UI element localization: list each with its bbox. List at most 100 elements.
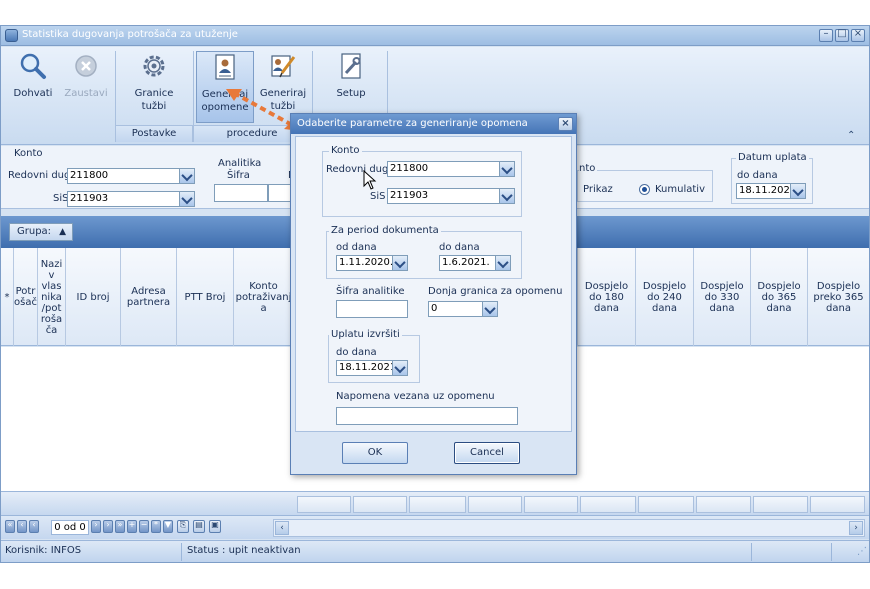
setup-label: Setup <box>336 88 366 99</box>
filter-button[interactable]: ▼ <box>163 520 173 533</box>
sis-combo[interactable]: 211903 <box>67 191 195 207</box>
prev-icon: ‹ <box>32 520 36 529</box>
print-icon: ▤ <box>195 520 203 529</box>
uplatu-do-dana-label: do dana <box>336 347 377 358</box>
granice-tuzbi-label: Granice tužbi <box>134 88 174 112</box>
status-user: Korisnik: INFOS <box>5 545 82 556</box>
ribbon-group-postavke: Postavke <box>115 125 193 142</box>
next-record-button[interactable]: › <box>91 520 101 533</box>
status-text: Status : upit neaktivan <box>187 545 301 556</box>
collapse-ribbon-icon[interactable]: ⌃ <box>847 130 855 141</box>
next-page-icon: › <box>106 520 110 529</box>
chevron-down-icon[interactable] <box>179 192 194 206</box>
column-header[interactable]: Dospjelo do 330 dana <box>694 248 751 346</box>
filter-icon: ▼ <box>164 520 172 529</box>
chevron-down-icon[interactable] <box>790 184 805 198</box>
column-header[interactable]: Dospjelo do 365 dana <box>751 248 808 346</box>
export-button[interactable]: ⎘ <box>177 520 189 533</box>
column-header[interactable]: * <box>1 248 14 346</box>
export-icon: ⎘ <box>179 520 187 529</box>
granice-tuzbi-button[interactable]: Granice tužbi <box>123 51 185 113</box>
edit-record-button[interactable]: * <box>151 520 161 533</box>
minus-icon: − <box>140 520 148 529</box>
print-button[interactable]: ▤ <box>193 520 205 533</box>
napomena-input[interactable] <box>336 407 518 425</box>
dialog-close-button[interactable]: × <box>558 117 573 131</box>
scroll-left-icon[interactable]: ‹ <box>275 521 289 535</box>
status-divider <box>751 543 752 561</box>
footer-cell <box>353 496 407 513</box>
grupa-button[interactable]: Grupa: ▲ <box>9 223 73 241</box>
footer-cell <box>524 496 578 513</box>
column-header[interactable]: Dospjelo preko 365 dana <box>808 248 869 346</box>
redovni-dug-value: 211800 <box>70 170 109 181</box>
first-record-button[interactable]: « <box>5 520 15 533</box>
donja-granica-value: 0 <box>431 303 438 314</box>
prev-page-button[interactable]: ‹ <box>17 520 27 533</box>
triangle-up-icon: ▲ <box>59 227 66 237</box>
horizontal-scrollbar[interactable]: ‹ › <box>273 519 865 537</box>
od-dana-label: od dana <box>336 242 377 253</box>
title-bar: Statistika dugovanja potrošača za utužen… <box>1 26 869 46</box>
column-header[interactable]: Nazi v vlas nika /pot roša ča <box>38 248 66 346</box>
kumulativ-radio[interactable] <box>639 184 650 195</box>
zaustavi-button[interactable]: Zaustavi <box>61 51 111 100</box>
close-icon: × <box>561 118 570 129</box>
column-header[interactable]: Konto potraživanj a <box>234 248 294 346</box>
do-dana-picker[interactable]: 1.6.2021. <box>439 255 511 271</box>
konto-right-label: nto <box>579 163 598 174</box>
chevron-down-icon[interactable] <box>499 189 514 203</box>
add-record-button[interactable]: + <box>127 520 137 533</box>
sifra-analitike-input[interactable] <box>336 300 408 318</box>
donja-granica-label: Donja granica za opomenu <box>428 286 563 297</box>
column-header[interactable]: Adresa partnera <box>121 248 177 346</box>
dialog-redovni-dug-label: Redovni dug <box>326 164 389 175</box>
scroll-right-icon[interactable]: › <box>849 521 863 535</box>
redovni-dug-combo[interactable]: 211800 <box>67 168 195 184</box>
delete-record-button[interactable]: − <box>139 520 149 533</box>
last-icon: » <box>117 520 123 529</box>
uplatu-do-dana-picker[interactable]: 18.11.2021. <box>336 360 408 376</box>
maximize-button[interactable]: □ <box>835 28 849 42</box>
cancel-button[interactable]: Cancel <box>454 442 520 464</box>
footer-cell <box>810 496 865 513</box>
save-layout-button[interactable]: ▣ <box>209 520 221 533</box>
dialog-sis-combo[interactable]: 211903 <box>387 188 515 204</box>
next-page-button[interactable]: › <box>103 520 113 533</box>
uplatu-group-label: Uplatu izvršiti <box>329 329 402 340</box>
chevron-down-icon[interactable] <box>179 169 194 183</box>
column-header[interactable]: Dospjelo do 180 dana <box>578 248 636 346</box>
chevron-down-icon[interactable] <box>495 256 510 270</box>
prikaz-label: Prikaz <box>583 184 613 195</box>
datum-uplata-label: Datum uplata <box>736 152 809 163</box>
setup-button[interactable]: Setup <box>321 51 381 100</box>
sifra-input[interactable] <box>214 184 268 202</box>
chevron-down-icon[interactable] <box>499 162 514 176</box>
datum-uplata-picker[interactable]: 18.11.2021. <box>736 183 806 199</box>
chevron-down-icon[interactable] <box>392 256 407 270</box>
window-title: Statistika dugovanja potrošača za utužen… <box>22 29 238 40</box>
chevron-down-icon[interactable] <box>482 302 497 316</box>
column-header[interactable]: Potr ošač <box>14 248 38 346</box>
dialog-title: Odaberite parametre za generiranje opome… <box>297 118 528 129</box>
donja-granica-combo[interactable]: 0 <box>428 301 498 317</box>
ok-button[interactable]: OK <box>342 442 408 464</box>
prev-record-button[interactable]: ‹ <box>29 520 39 533</box>
dialog-redovni-dug-combo[interactable]: 211800 <box>387 161 515 177</box>
minimize-button[interactable]: – <box>819 28 833 42</box>
resize-grip-icon[interactable]: ⋰ <box>857 546 867 557</box>
search-icon <box>18 51 48 81</box>
column-header[interactable]: Dospjelo do 240 dana <box>636 248 694 346</box>
period-group-label: Za period dokumenta <box>329 225 441 236</box>
zaustavi-label: Zaustavi <box>64 88 108 99</box>
wrench-document-icon <box>336 51 366 81</box>
next-icon: › <box>94 520 98 529</box>
last-record-button[interactable]: » <box>115 520 125 533</box>
dohvati-button[interactable]: Dohvati <box>7 51 59 100</box>
chevron-down-icon[interactable] <box>392 361 407 375</box>
od-dana-picker[interactable]: 1.11.2020. <box>336 255 408 271</box>
column-header[interactable]: PTT Broj <box>177 248 234 346</box>
column-header[interactable]: ID broj <box>66 248 121 346</box>
close-button[interactable]: × <box>851 28 865 42</box>
napomena-label: Napomena vezana uz opomenu <box>336 391 495 402</box>
